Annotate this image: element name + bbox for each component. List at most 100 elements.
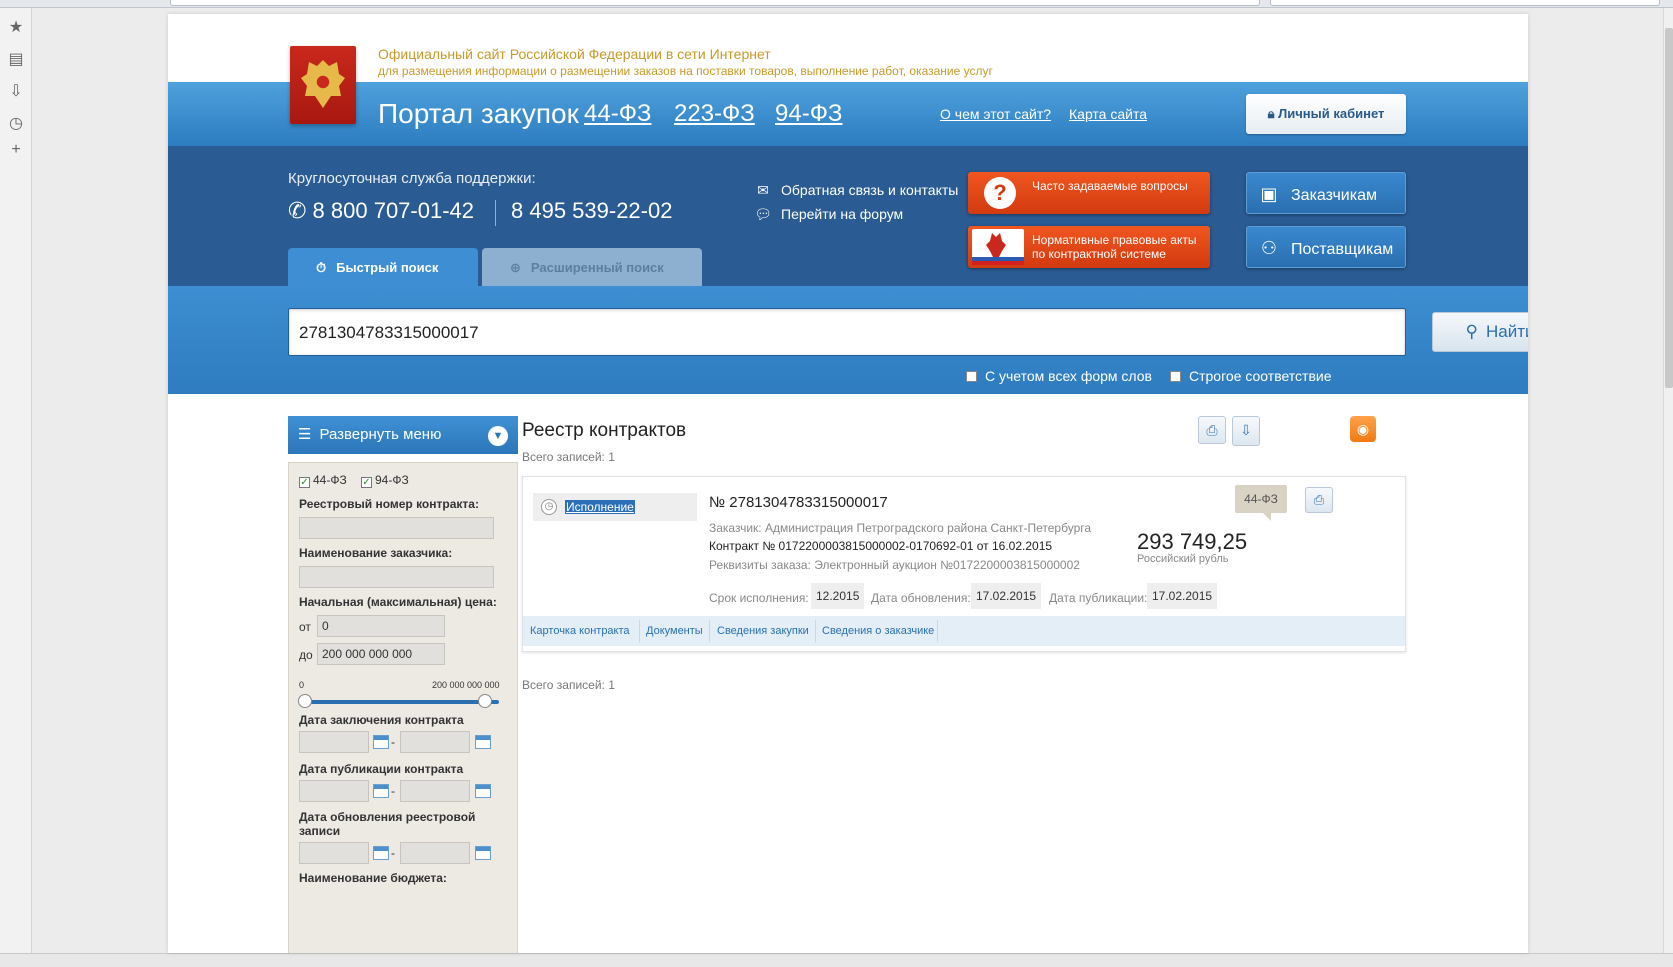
print-icon[interactable]: ⎙ (1198, 416, 1226, 444)
star-icon[interactable]: ★ (6, 18, 26, 38)
strict-match-checkbox[interactable]: Строгое соответствие (1170, 368, 1332, 384)
law-44-link[interactable]: 44-ФЗ (584, 100, 651, 128)
calendar-icon[interactable] (475, 735, 491, 749)
customers-label: Заказчикам (1291, 187, 1377, 204)
price-to-label: до (299, 648, 313, 662)
tab-customer-info[interactable]: Сведения о заказчике (822, 625, 934, 637)
phone-secondary: 8 495 539-22-02 (511, 198, 673, 223)
tab-advanced-label: Расширенный поиск (530, 260, 664, 275)
page: Официальный сайт Российской Федерации в … (168, 14, 1528, 953)
divider (495, 200, 496, 226)
download-icon[interactable]: ⇩ (1232, 416, 1260, 446)
site-subtitle: Официальный сайт Российской Федерации в … (378, 46, 771, 62)
browser-toolbar (0, 0, 1673, 8)
add-icon[interactable]: + (6, 140, 26, 160)
law-94-link[interactable]: 94-ФЗ (775, 100, 842, 128)
calendar-icon[interactable] (373, 784, 389, 798)
date-update-from[interactable] (299, 842, 369, 864)
date-conclusion-to[interactable] (400, 731, 470, 753)
tab-advanced-search[interactable]: ⊕ Расширенный поиск (482, 248, 702, 286)
filter-law-94[interactable]: ✓ 94-ФЗ (361, 473, 409, 488)
price-to-input[interactable]: 200 000 000 000 (317, 643, 445, 665)
search-input[interactable] (299, 319, 1199, 347)
calendar-icon[interactable] (373, 846, 389, 860)
find-button[interactable]: ⚲ Найти (1432, 312, 1528, 352)
page-scrollbar[interactable] (1663, 8, 1673, 953)
site-subtitle-secondary: для размещения информации о размещении з… (378, 64, 993, 78)
law-223-link[interactable]: 223-ФЗ (674, 100, 755, 128)
rss-icon[interactable]: ◉ (1350, 416, 1376, 442)
customers-button[interactable]: ▣ Заказчикам (1246, 172, 1406, 214)
update-value: 17.02.2015 (971, 583, 1042, 609)
filter-panel: ✓ 44-ФЗ ✓ 94-ФЗ Реестровый номер контракта… (288, 462, 518, 953)
word-forms-checkbox[interactable]: С учетом всех форм слов (966, 368, 1152, 384)
customer-name-label: Наименование заказчика: (299, 546, 453, 560)
checkbox-checked[interactable]: ✓ (299, 477, 310, 488)
expand-menu-button[interactable]: ☰ Развернуть меню ▼ (288, 416, 518, 454)
legal-acts-button[interactable]: Нормативные правовые акты по контрактной… (968, 226, 1210, 268)
browser-search-box[interactable] (1270, 0, 1660, 6)
menu-icon: ☰ (298, 426, 312, 443)
phone-primary-number: 8 800 707-01-42 (312, 198, 475, 223)
download-icon[interactable]: ⇩ (6, 82, 26, 102)
calendar-icon[interactable] (475, 846, 491, 860)
coat-of-arms-logo[interactable] (290, 46, 356, 124)
faq-button[interactable]: ? Часто задаваемые вопросы (968, 172, 1210, 214)
checkbox-checked[interactable]: ✓ (361, 477, 372, 488)
date-publication-to[interactable] (400, 780, 470, 802)
tab-contract-card[interactable]: Карточка контракта (530, 625, 630, 637)
tab-quick-label: Быстрый поиск (336, 260, 439, 275)
address-bar[interactable] (170, 0, 1260, 6)
contract-card: ◷ Исполнение № 2781304783315000017 Заказ… (522, 476, 1406, 652)
update-label: Дата обновления: (871, 591, 971, 605)
word-forms-label: С учетом всех форм слов (985, 368, 1152, 384)
tab-purchase-info[interactable]: Сведения закупки (717, 625, 809, 637)
about-link[interactable]: О чем этот сайт? (940, 106, 1051, 122)
reg-number-input[interactable] (299, 517, 494, 539)
stopwatch-icon: ⏱︎ (316, 260, 327, 275)
order-requisites: Реквизиты заказа: Электронный аукцион №0… (709, 558, 1080, 572)
status-label[interactable]: Исполнение (565, 500, 635, 514)
tab-documents[interactable]: Документы (646, 625, 703, 637)
exec-label: Срок исполнения: (709, 591, 809, 605)
cabinet-button[interactable]: 🔒︎ Личный кабинет (1246, 94, 1406, 134)
divider (709, 620, 710, 642)
date-update-to[interactable] (400, 842, 470, 864)
price-from-label: от (299, 620, 311, 634)
date-update-label: Дата обновления реестровой записи (299, 810, 476, 838)
calendar-icon[interactable] (373, 735, 389, 749)
briefcase-icon: ▣ (1260, 184, 1278, 204)
faq-label: Часто задаваемые вопросы (1032, 179, 1188, 193)
forum-link[interactable]: 💬︎ Перейти на форум (753, 206, 903, 223)
records-count-bottom: Всего записей: 1 (522, 678, 615, 692)
contract-number[interactable]: № 2781304783315000017 (709, 494, 888, 511)
checkbox-box[interactable] (1170, 371, 1181, 382)
support-label: Круглосуточная служба поддержки: (288, 170, 536, 187)
price-slider[interactable] (305, 700, 499, 704)
clock-icon: ◷ (541, 499, 557, 515)
print-icon[interactable]: ⎙ (1305, 487, 1333, 513)
cabinet-label: Личный кабинет (1278, 106, 1385, 121)
portal-title[interactable]: Портал закупок (378, 98, 579, 130)
suppliers-button[interactable]: ⚇ Поставщикам (1246, 226, 1406, 268)
date-publication-from[interactable] (299, 780, 369, 802)
legal-acts-label: Нормативные правовые акты по контрактной… (1032, 233, 1197, 261)
feedback-link[interactable]: ✉ Обратная связь и контакты (753, 182, 958, 199)
history-icon[interactable]: ◷ (6, 114, 26, 134)
sitemap-link[interactable]: Карта сайта (1069, 106, 1147, 122)
phone-primary: ✆ 8 800 707-01-42 (288, 198, 474, 224)
notes-icon[interactable]: ▤ (6, 50, 26, 70)
date-conclusion-from[interactable] (299, 731, 369, 753)
filter-law-44[interactable]: ✓ 44-ФЗ (299, 473, 347, 488)
law-badge: 44-ФЗ (1235, 485, 1287, 521)
slider-min-handle[interactable] (298, 694, 312, 708)
checkbox-box[interactable] (966, 371, 977, 382)
scrollbar-thumb[interactable] (1665, 28, 1673, 388)
search-field[interactable] (288, 308, 1406, 356)
slider-max-handle[interactable] (478, 694, 492, 708)
calendar-icon[interactable] (475, 784, 491, 798)
tab-quick-search[interactable]: ⏱︎ Быстрый поиск (288, 248, 478, 286)
customer-name-input[interactable] (299, 566, 494, 588)
question-icon: ? (984, 177, 1016, 209)
price-from-input[interactable]: 0 (317, 615, 445, 637)
